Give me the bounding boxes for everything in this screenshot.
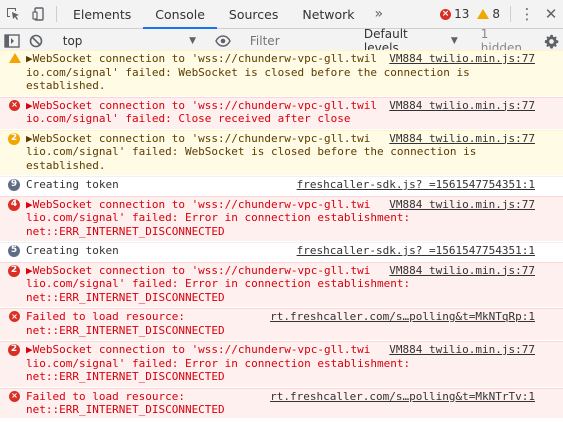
console-messages: ▶WebSocket connection to 'wss://chunderw… — [0, 50, 563, 418]
message-text-line: established. — [26, 158, 106, 172]
message-text-line: net::ERR_INTERNET_DISCONNECTED — [26, 323, 225, 337]
more-tabs-button[interactable]: » — [367, 0, 392, 28]
device-toolbar-icon[interactable] — [26, 0, 52, 28]
warning-icon — [9, 53, 21, 63]
error-icon: × — [440, 8, 452, 20]
message-text-line: lio.com/signal' failed: Error in connect… — [26, 211, 411, 224]
error-icon: × — [9, 99, 20, 111]
more-options-icon[interactable]: ⋮ — [515, 0, 539, 28]
error-counter[interactable]: × 13 — [438, 0, 471, 28]
warning-count: 8 — [492, 7, 500, 21]
tab-network[interactable]: Network — [290, 0, 366, 28]
toolbar-divider — [56, 6, 57, 22]
message-text-line: io.com/signal' failed: WebSocket is clos… — [26, 65, 470, 79]
inspect-element-icon[interactable] — [0, 0, 26, 28]
console-message[interactable]: × ▶WebSocket connection to 'wss://chunder… — [0, 96, 563, 130]
error-icon: × — [9, 311, 20, 322]
console-message[interactable]: 2 ▶WebSocket connection to 'wss://chunder… — [0, 129, 563, 176]
tab-console[interactable]: Console — [143, 0, 217, 29]
chevron-down-icon: ▼ — [450, 36, 458, 46]
repeat-count-badge: 4 — [8, 198, 20, 211]
message-text-line: lio.com/signal' failed: WebSocket is clo… — [26, 145, 477, 158]
message-text-line: io.com/signal' failed: Close received af… — [26, 112, 351, 125]
warning-counter[interactable]: 8 — [475, 0, 502, 28]
message-text-line: lio.com/signal' failed: Error in connect… — [26, 356, 411, 370]
chevron-down-icon: ▼ — [189, 36, 197, 46]
context-selector[interactable]: top ▼ — [57, 34, 202, 48]
tab-sources[interactable]: Sources — [217, 0, 290, 28]
source-link[interactable]: VM884 twilio.min.js:77 — [389, 343, 535, 357]
source-link[interactable]: VM884 twilio.min.js:77 — [389, 132, 535, 146]
message-text-line: lio.com/signal' failed: Error in connect… — [26, 277, 411, 290]
toolbar-divider — [510, 6, 511, 22]
message-text-line: established. — [26, 79, 106, 92]
console-message[interactable]: × Failed to load resource: net::ERR_INTERN… — [0, 308, 563, 341]
source-link[interactable]: freshcaller-sdk.js? =1561547754351:1 — [297, 244, 535, 258]
warning-icon — [477, 9, 490, 19]
error-count: 13 — [454, 7, 470, 21]
console-message[interactable]: ▶WebSocket connection to 'wss://chunderw… — [0, 50, 563, 97]
error-icon: × — [9, 390, 20, 402]
tab-elements[interactable]: Elements — [61, 0, 143, 28]
console-message[interactable]: 9 Creating token freshcaller-sdk.js? =1561… — [0, 176, 563, 196]
repeat-count-badge: 2 — [8, 264, 20, 277]
console-message[interactable]: 4 ▶WebSocket connection to 'wss://chunder… — [0, 195, 563, 242]
devtools-tabbar: Elements Console Sources Network » × 13 … — [0, 0, 563, 29]
source-link[interactable]: VM884 twilio.min.js:77 — [389, 198, 535, 212]
repeat-count-badge: 5 — [8, 245, 20, 257]
message-text-line: net::ERR_INTERNET_DISCONNECTED — [26, 370, 225, 383]
source-link[interactable]: VM884 twilio.min.js:77 — [389, 99, 535, 113]
message-text-line: net::ERR_INTERNET_DISCONNECTED — [26, 403, 225, 416]
source-link[interactable]: rt.freshcaller.com/s…polling&t=MkNTrTv:1 — [270, 390, 535, 404]
repeat-count-badge: 2 — [8, 132, 20, 145]
repeat-count-badge: 9 — [8, 179, 20, 191]
console-message[interactable]: 2 ▶WebSocket connection to 'wss://chunder… — [0, 261, 563, 308]
context-value: top — [62, 34, 83, 48]
source-link[interactable]: VM884 twilio.min.js:77 — [389, 52, 535, 66]
repeat-count-badge: 2 — [8, 344, 20, 356]
source-link[interactable]: rt.freshcaller.com/s…polling&t=MkNTqRp:1 — [270, 310, 535, 324]
message-text-line: net::ERR_INTERNET_DISCONNECTED — [26, 224, 225, 238]
source-link[interactable]: freshcaller-sdk.js? =1561547754351:1 — [297, 178, 535, 192]
console-message[interactable]: 2 ▶WebSocket connection to 'wss://chunder… — [0, 341, 563, 388]
close-icon[interactable]: ✕ — [539, 0, 563, 28]
filter-input[interactable] — [245, 32, 358, 50]
message-text-line: net::ERR_INTERNET_DISCONNECTED — [26, 290, 225, 304]
console-message[interactable]: 5 Creating token freshcaller-sdk.js? =1561… — [0, 242, 563, 262]
source-link[interactable]: VM884 twilio.min.js:77 — [389, 264, 535, 278]
console-message[interactable]: × Failed to load resource: net::ERR_INTERN… — [0, 387, 563, 418]
